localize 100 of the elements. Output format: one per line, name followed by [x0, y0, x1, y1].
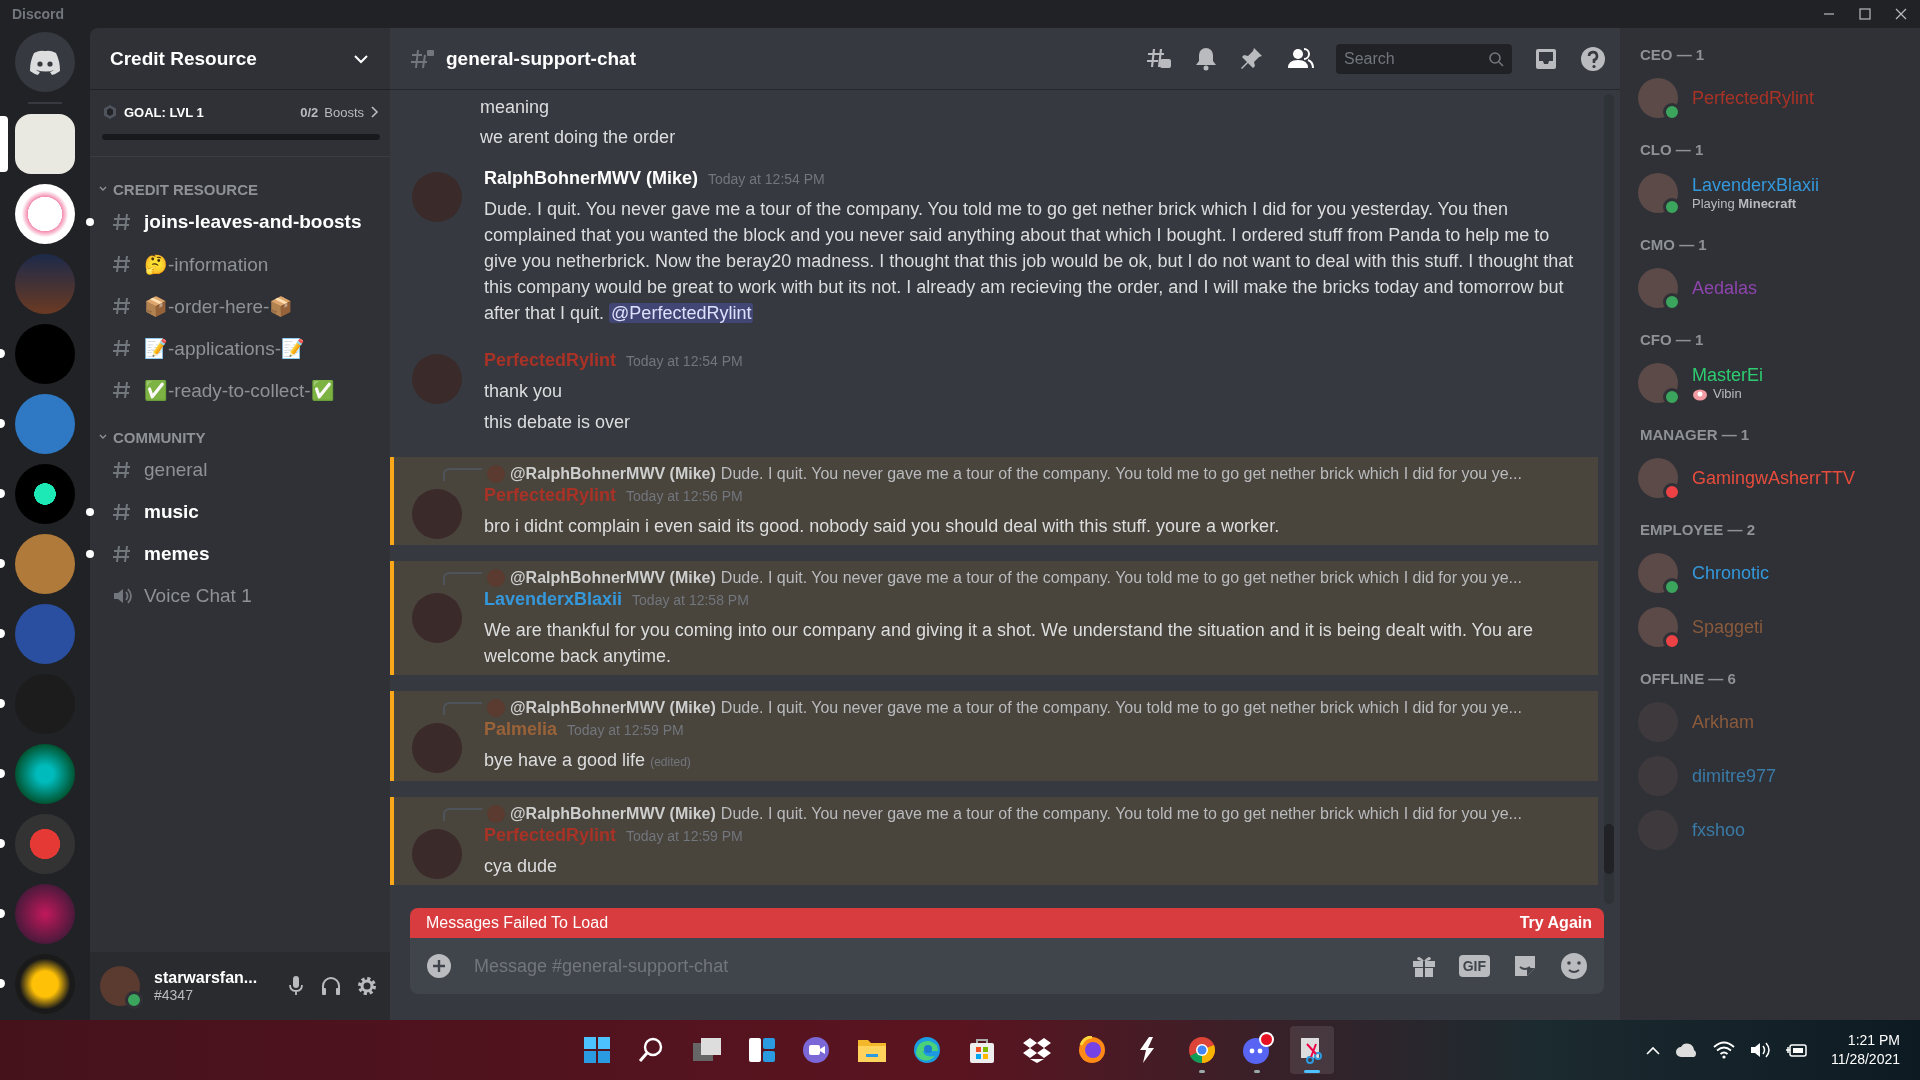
- member-name[interactable]: GamingwAsherrTTV: [1692, 467, 1856, 489]
- bell-icon[interactable]: [1194, 45, 1218, 72]
- window-title: Discord: [12, 6, 65, 22]
- clock-time[interactable]: 1:21 PM: [1847, 1031, 1900, 1050]
- member-name[interactable]: Aedalas: [1692, 277, 1758, 299]
- browser-icon[interactable]: [1078, 1036, 1106, 1064]
- search-field[interactable]: Search: [1336, 43, 1512, 74]
- scrollbar-thumb[interactable]: [1604, 824, 1614, 874]
- role-header: CFO — 1: [1640, 331, 1705, 348]
- close-icon[interactable]: [1894, 7, 1908, 21]
- hash-icon: [112, 254, 132, 274]
- video-chat-icon[interactable]: [802, 1036, 832, 1064]
- help-icon[interactable]: [1580, 45, 1606, 72]
- channel-name[interactable]: 🤔-information: [144, 252, 269, 276]
- user-avatar[interactable]: [100, 966, 140, 1006]
- category-name[interactable]: CREDIT RESOURCE: [113, 180, 258, 198]
- role-header: CMO — 1: [1640, 236, 1708, 253]
- clock-date[interactable]: 11/28/2021: [1830, 1050, 1900, 1069]
- member-avatar[interactable]: [1638, 607, 1678, 647]
- hash-icon: [112, 544, 132, 564]
- user-tag: #4347: [154, 987, 272, 1003]
- member-name[interactable]: fxshoo: [1692, 819, 1746, 841]
- reply-author[interactable]: @RalphBohnerMWV (Mike): [510, 805, 716, 823]
- cloud-icon[interactable]: [1674, 1042, 1699, 1058]
- open-box-icon[interactable]: [1022, 1036, 1052, 1064]
- timestamp: Today at 12:54 PM: [708, 171, 825, 187]
- hash-icon: [112, 502, 132, 522]
- member-name[interactable]: dimitre977: [1692, 765, 1777, 787]
- member-avatar[interactable]: [1638, 268, 1678, 308]
- reply-preview[interactable]: Dude. I quit. You never gave me a tour of the company. You told me to go get nether brick which I did for you ye...: [720, 699, 1522, 717]
- message-text: cya dude: [484, 855, 559, 878]
- server-icon[interactable]: [15, 184, 75, 244]
- reply-preview[interactable]: Dude. I quit. You never gave me a tour of the company. You told me to go get nether brick which I did for you ye...: [720, 569, 1522, 587]
- sticker-icon[interactable]: [1512, 953, 1538, 979]
- widgets-icon[interactable]: [748, 1036, 776, 1064]
- channel-name[interactable]: general: [144, 459, 208, 481]
- member-avatar[interactable]: [1638, 363, 1678, 403]
- reply-connector: [442, 701, 482, 715]
- member-avatar[interactable]: [1638, 553, 1678, 593]
- reply-preview[interactable]: Dude. I quit. You never gave me a tour of the company. You told me to go get nether brick which I did for you ye...: [720, 465, 1522, 483]
- browser-icon[interactable]: [1188, 1036, 1216, 1064]
- channel-name[interactable]: music: [144, 501, 199, 523]
- mention-link[interactable]: @PerfectedRylint: [609, 303, 754, 323]
- author-name[interactable]: LavenderxBlaxii: [484, 589, 623, 610]
- role-header: CEO — 1: [1640, 46, 1706, 63]
- battery-icon[interactable]: [1784, 1041, 1809, 1059]
- member-name[interactable]: MasterEi: [1692, 365, 1763, 386]
- emoji-icon[interactable]: [1560, 952, 1588, 980]
- category-name[interactable]: COMMUNITY: [113, 428, 206, 446]
- member-name[interactable]: Chronotic: [1692, 562, 1770, 584]
- author-name[interactable]: RalphBohnerMWV (Mike): [484, 168, 698, 189]
- error-message: Messages Failed To Load: [426, 914, 609, 932]
- reply-connector: [442, 807, 482, 821]
- shopping-bag-icon[interactable]: [968, 1036, 996, 1064]
- try-again-button[interactable]: Try Again: [1519, 914, 1592, 932]
- maximize-icon[interactable]: [1858, 7, 1872, 21]
- browser-icon[interactable]: [913, 1036, 941, 1064]
- hash-icon: [112, 296, 132, 316]
- caret-up-icon[interactable]: [1644, 1044, 1661, 1056]
- gif-button[interactable]: GIF: [1458, 955, 1490, 977]
- server-icon[interactable]: [15, 464, 75, 524]
- hash-icon: [112, 460, 132, 480]
- wifi-icon[interactable]: [1712, 1041, 1735, 1059]
- channel-name[interactable]: ✅-ready-to-collect-✅: [144, 378, 335, 402]
- hash-icon: [112, 380, 132, 400]
- inbox-icon[interactable]: [1534, 46, 1558, 71]
- channel-name[interactable]: joins-leaves-and-boosts: [144, 211, 362, 233]
- server-icon[interactable]: [15, 114, 75, 174]
- role-header: MANAGER — 1: [1640, 426, 1751, 443]
- member-name[interactable]: Spaggeti: [1692, 616, 1764, 638]
- timestamp: Today at 12:54 PM: [626, 353, 743, 369]
- channel-name[interactable]: Voice Chat 1: [144, 585, 252, 607]
- member-name[interactable]: Arkham: [1692, 711, 1754, 733]
- start-icon[interactable]: [583, 1036, 611, 1064]
- scrollbar[interactable]: [1604, 94, 1614, 904]
- headphones-icon[interactable]: [320, 975, 342, 997]
- server-icon[interactable]: [15, 744, 75, 804]
- settings-icon[interactable]: [356, 975, 378, 997]
- reply-preview[interactable]: Dude. I quit. You never gave me a tour of the company. You told me to go get nether brick which I did for you ye...: [720, 805, 1522, 823]
- reply-author[interactable]: @RalphBohnerMWV (Mike): [510, 569, 716, 587]
- task-view-icon[interactable]: [692, 1036, 722, 1064]
- reply-author[interactable]: @RalphBohnerMWV (Mike): [510, 465, 716, 483]
- member-avatar[interactable]: [1638, 173, 1678, 213]
- member-avatar[interactable]: [1638, 78, 1678, 118]
- boost-label[interactable]: Boosts: [324, 104, 364, 120]
- add-icon[interactable]: [426, 953, 452, 979]
- member-name[interactable]: LavenderxBlaxii: [1692, 175, 1820, 196]
- boost-count[interactable]: 0/2: [300, 104, 319, 120]
- channel-name[interactable]: 📝-applications-📝: [144, 336, 305, 360]
- message-text: bye have a good life (edited): [484, 749, 692, 772]
- hash-icon: [112, 212, 132, 232]
- pin-icon[interactable]: [1240, 45, 1264, 72]
- member-avatar[interactable]: [1638, 458, 1678, 498]
- channel-name[interactable]: memes: [144, 543, 210, 565]
- channel-name[interactable]: 📦-order-here-📦: [144, 294, 294, 318]
- microphone-icon[interactable]: [286, 975, 306, 997]
- speaker-icon[interactable]: [1748, 1041, 1771, 1059]
- role-header: CLO — 1: [1640, 141, 1705, 158]
- hash-icon: [112, 338, 132, 358]
- reply-author[interactable]: @RalphBohnerMWV (Mike): [510, 699, 716, 717]
